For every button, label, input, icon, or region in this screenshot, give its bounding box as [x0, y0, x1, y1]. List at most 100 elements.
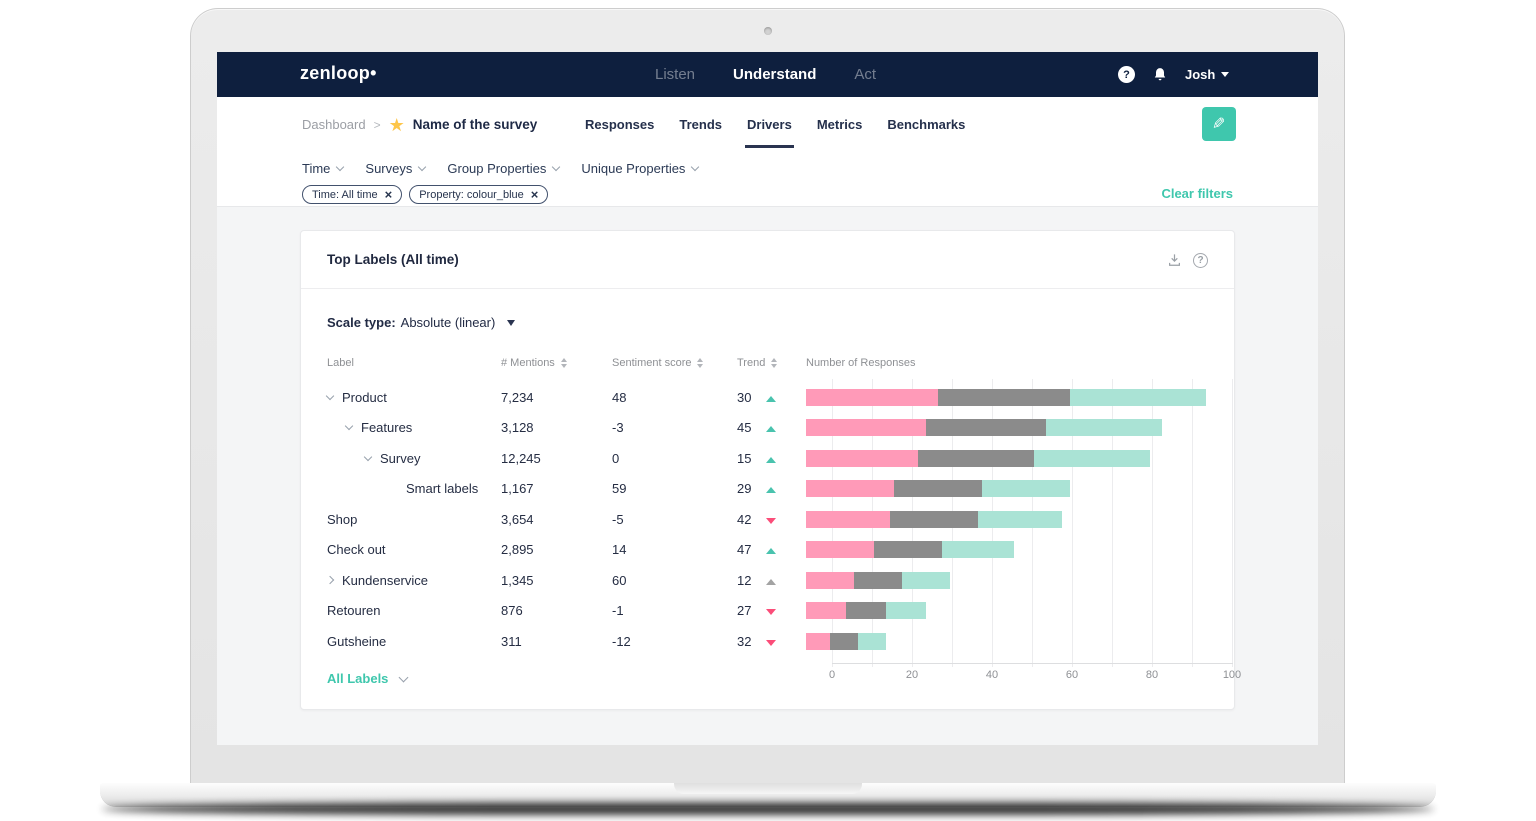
table-row[interactable]: Gutsheine 311 -12 32 [327, 626, 1206, 657]
table-row[interactable]: Shop 3,654 -5 42 [327, 504, 1206, 535]
row-label: Features [361, 420, 413, 436]
page-content: Top Labels (All time) ? Scale type: Abso… [217, 207, 1318, 745]
sentiment-value: -3 [612, 420, 624, 436]
tab-responses[interactable]: Responses [585, 97, 654, 152]
filter-chip-time[interactable]: Time: All time × [302, 185, 403, 204]
row-label: Shop [327, 511, 358, 527]
bar-segment-pink [806, 571, 854, 589]
sort-icon[interactable] [697, 358, 704, 368]
bar-segment-teal [902, 571, 950, 589]
bell-icon[interactable] [1152, 66, 1168, 83]
stacked-bar[interactable] [806, 571, 1206, 589]
label-cell[interactable]: Gutsheine [327, 634, 501, 649]
close-icon[interactable]: × [531, 188, 539, 201]
all-labels-link[interactable]: All Labels [327, 671, 409, 686]
bar-segment-gray [938, 388, 1070, 406]
label-cell[interactable]: Survey [327, 451, 501, 466]
trend-value: 45 [737, 420, 752, 436]
stacked-bar[interactable] [806, 541, 1206, 559]
help-icon[interactable]: ? [1118, 66, 1135, 83]
sentiment-value: 0 [612, 450, 620, 466]
edit-survey-button[interactable]: ✎ [1202, 107, 1236, 141]
bar-cell [806, 449, 1206, 467]
label-cell[interactable]: Check out [327, 542, 501, 557]
star-icon[interactable]: ★ [389, 116, 405, 134]
column-mentions[interactable]: # Mentions [501, 357, 612, 369]
stacked-bar[interactable] [806, 449, 1206, 467]
table-row[interactable]: Check out 2,895 14 47 [327, 535, 1206, 566]
filter-time[interactable]: Time [302, 161, 345, 176]
trend-down-icon [766, 639, 776, 646]
close-icon[interactable]: × [385, 188, 393, 201]
column-trend[interactable]: Trend [737, 357, 806, 369]
column-sentiment[interactable]: Sentiment score [612, 357, 737, 369]
table-header: Label # Mentions Sentiment score Trend N… [327, 357, 1206, 369]
mentions-value: 311 [501, 633, 522, 649]
tab-drivers[interactable]: Drivers [745, 97, 794, 152]
filter-unique-properties-label: Unique Properties [581, 161, 686, 176]
row-label: Kundenservice [342, 572, 428, 588]
stacked-bar[interactable] [806, 480, 1206, 498]
chevron-right-icon[interactable] [325, 576, 335, 585]
filter-bar: Time Surveys Group Properties Unique Pro… [217, 152, 1318, 207]
chart-x-axis: 0 20 40 60 80 100 [829, 669, 1241, 683]
zenloop-logo[interactable]: zenloop• [300, 63, 377, 84]
filter-surveys[interactable]: Surveys [365, 161, 427, 176]
chevron-down-icon[interactable] [344, 422, 354, 431]
bar-segment-pink [806, 541, 874, 559]
nav-understand[interactable]: Understand [733, 66, 816, 83]
chevron-down-icon [552, 162, 561, 172]
laptop-bezel: zenloop• Listen Understand Act ? Josh Da… [190, 8, 1345, 783]
table-row[interactable]: Features 3,128 -3 45 [327, 413, 1206, 444]
user-menu[interactable]: Josh [1185, 67, 1230, 82]
trend-up-neutral-icon [766, 578, 776, 585]
label-cell[interactable]: Kundenservice [325, 572, 501, 588]
label-cell[interactable]: Retouren [327, 603, 501, 618]
filter-group-properties[interactable]: Group Properties [447, 161, 561, 176]
download-icon[interactable] [1167, 252, 1182, 268]
filter-unique-properties[interactable]: Unique Properties [581, 161, 700, 176]
laptop-shadow [102, 803, 1434, 815]
clear-filters-link[interactable]: Clear filters [1161, 186, 1233, 201]
table-row[interactable]: Kundenservice 1,345 60 12 [325, 565, 1206, 596]
stacked-bar[interactable] [806, 632, 1206, 650]
chevron-down-icon[interactable] [363, 452, 373, 461]
nav-listen[interactable]: Listen [655, 66, 695, 83]
scale-type-selector[interactable]: Scale type: Absolute (linear) [327, 315, 516, 330]
nav-act[interactable]: Act [854, 66, 876, 83]
label-cell[interactable]: Shop [327, 512, 501, 527]
table-row[interactable]: Survey 12,245 0 15 [327, 443, 1206, 474]
bar-segment-gray [854, 571, 902, 589]
top-navbar: zenloop• Listen Understand Act ? Josh [217, 52, 1318, 97]
stacked-bar[interactable] [806, 388, 1206, 406]
breadcrumb-dashboard[interactable]: Dashboard [302, 117, 366, 132]
trend-arrow-cell [766, 573, 806, 588]
tab-trends[interactable]: Trends [679, 97, 722, 152]
trend-up-icon [766, 487, 776, 494]
chevron-down-icon[interactable] [325, 391, 335, 400]
label-cell[interactable]: Smart labels [327, 481, 501, 496]
sentiment-value: 59 [612, 481, 627, 497]
x-tick-label: 80 [1145, 669, 1159, 681]
bar-segment-teal [1046, 419, 1162, 437]
mentions-value: 3,654 [501, 511, 534, 527]
sort-icon[interactable] [771, 358, 778, 368]
filter-surveys-label: Surveys [365, 161, 413, 176]
sort-icon[interactable] [560, 358, 567, 368]
active-filter-chips: Time: All time × Property: colour_blue × [302, 185, 549, 204]
label-cell[interactable]: Product [325, 390, 501, 405]
tab-metrics[interactable]: Metrics [817, 97, 863, 152]
label-cell[interactable]: Features [327, 420, 501, 435]
table-row[interactable]: Retouren 876 -1 27 [327, 596, 1206, 627]
stacked-bar[interactable] [806, 602, 1206, 620]
tab-benchmarks[interactable]: Benchmarks [887, 97, 965, 152]
table-row[interactable]: Product 7,234 48 30 [325, 382, 1206, 413]
question-icon[interactable]: ? [1193, 252, 1208, 268]
trend-down-icon [766, 517, 776, 524]
mentions-value: 876 [501, 603, 523, 619]
trend-arrow-cell [766, 390, 806, 405]
table-row[interactable]: Smart labels 1,167 59 29 [327, 474, 1206, 505]
stacked-bar[interactable] [806, 419, 1206, 437]
stacked-bar[interactable] [806, 510, 1206, 528]
filter-chip-property[interactable]: Property: colour_blue × [409, 185, 549, 204]
